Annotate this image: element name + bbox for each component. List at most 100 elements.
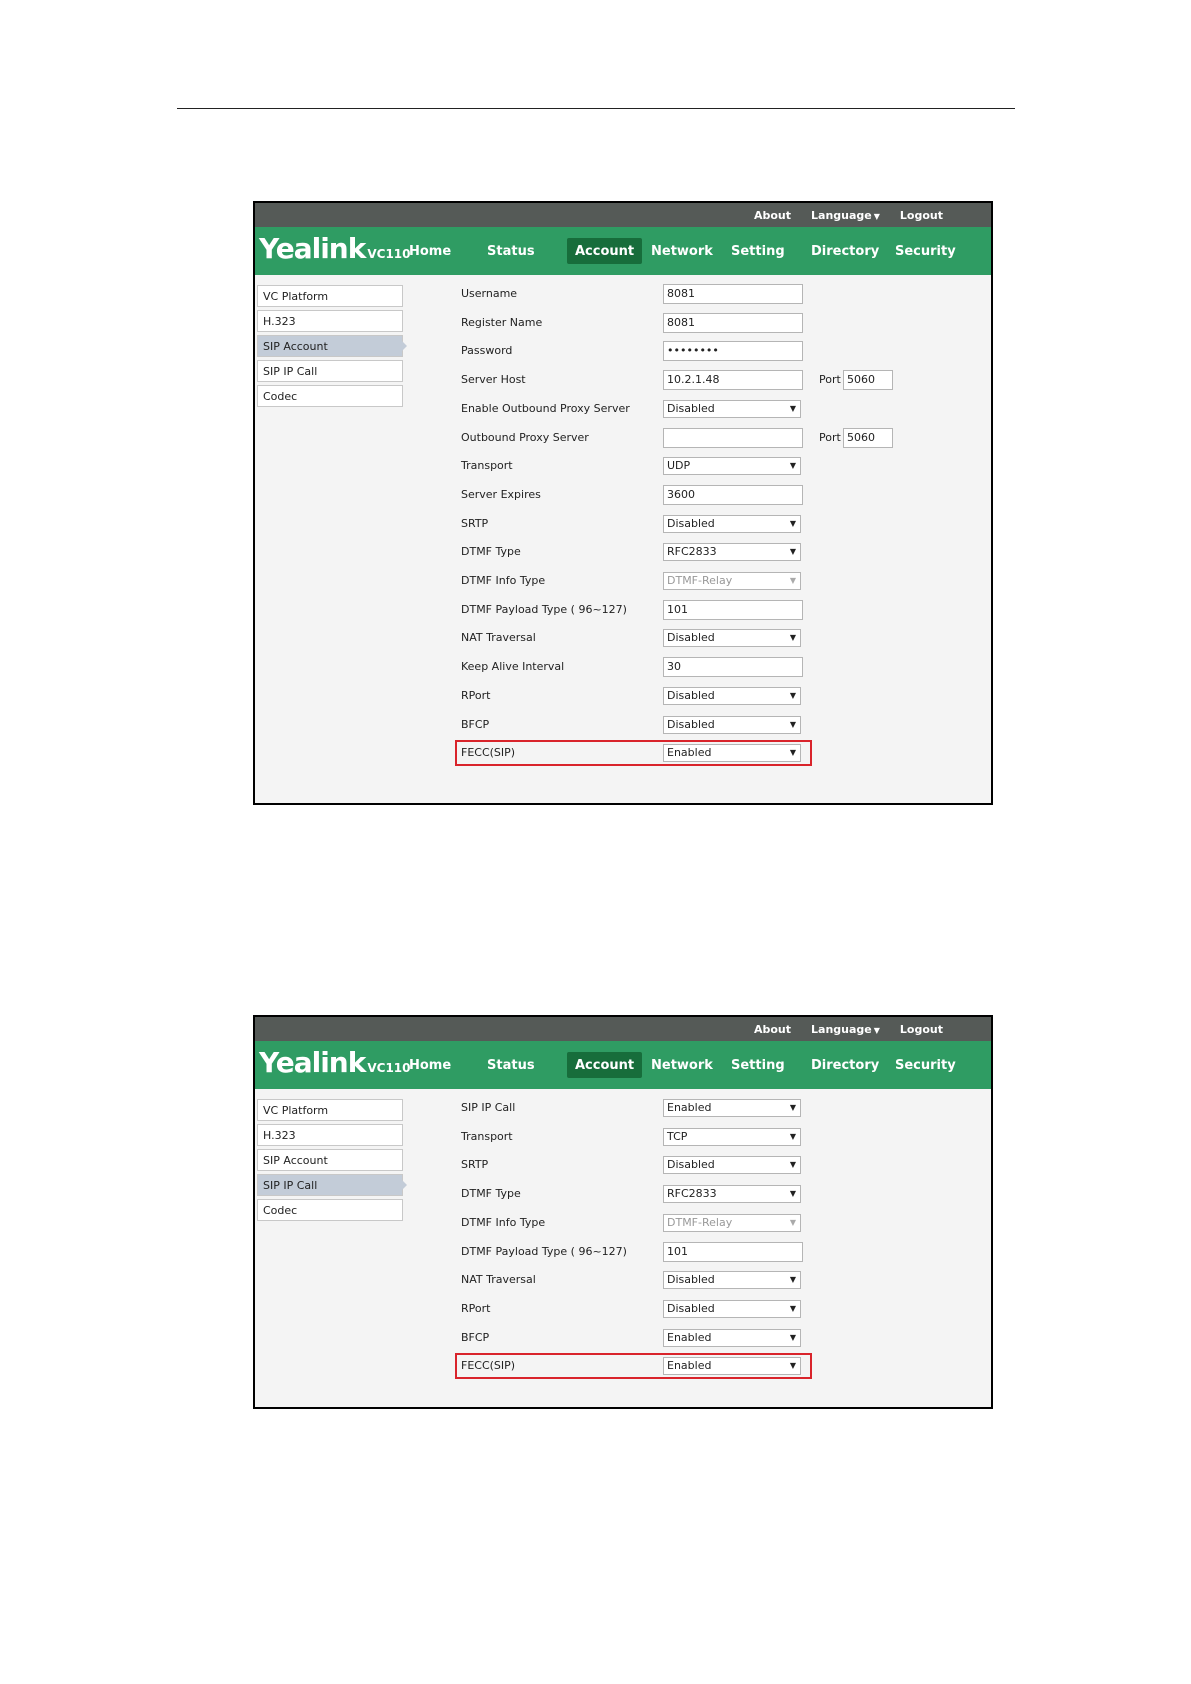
settings-form: SIP IP Call Enabled ▼ Transport TCP ▼ SRTP Disa… <box>255 1089 991 1407</box>
enable-outbound-proxy-server-select[interactable]: Disabled ▼ <box>663 399 801 418</box>
dtmf-type-select[interactable]: RFC2833 ▼ <box>663 543 801 562</box>
page-header-rule <box>177 108 1015 109</box>
username-input[interactable]: 8081 <box>663 284 803 304</box>
srtp-value: Disabled <box>667 516 715 530</box>
about-link[interactable]: About <box>754 1023 791 1036</box>
outbound-proxy-server-input[interactable] <box>663 427 803 448</box>
server-expires-input[interactable]: 3600 <box>663 484 803 505</box>
nav-security[interactable]: Security <box>895 1041 956 1089</box>
transport-label: Transport <box>461 459 513 473</box>
dropdown-arrow-icon: ▼ <box>789 1332 796 1342</box>
nat-traversal-select[interactable]: Disabled ▼ <box>663 629 801 648</box>
nav-network[interactable]: Network <box>651 1041 713 1089</box>
settings-panel: VC Platform H.323 SIP Account SIP IP Call Co… <box>255 275 991 803</box>
field-row-nat-traversal: NAT Traversal Disabled ▼ <box>255 1269 991 1291</box>
transport-select[interactable]: TCP ▼ <box>663 1127 801 1146</box>
dropdown-arrow-icon: ▼ <box>789 403 796 413</box>
nav-security[interactable]: Security <box>895 227 956 275</box>
nav-status[interactable]: Status <box>487 227 535 275</box>
bfcp-value: Disabled <box>667 717 715 731</box>
dtmf-type-label: DTMF Type <box>461 545 521 559</box>
dropdown-arrow-icon: ▼ <box>789 719 796 729</box>
port-input[interactable]: 5060 <box>843 427 893 448</box>
dtmf-type-select[interactable]: RFC2833 ▼ <box>663 1185 801 1204</box>
bfcp-select[interactable]: Disabled ▼ <box>663 715 801 734</box>
dtmf-info-type-label: DTMF Info Type <box>461 574 546 587</box>
field-row-dtmf-type: DTMF Type RFC2833 ▼ <box>255 1183 991 1205</box>
rport-select[interactable]: Disabled ▼ <box>663 686 801 705</box>
srtp-label: SRTP <box>461 1158 489 1172</box>
dropdown-arrow-icon: ▼ <box>789 518 796 528</box>
dropdown-arrow-icon: ▼ <box>789 1103 796 1112</box>
server-host-input[interactable]: 10.2.1.48 <box>663 370 803 391</box>
main-nav: Yealink VC110 Home Status Account Network Sett… <box>255 227 991 275</box>
field-row-dtmf-payload-type-96-127: DTMF Payload Type ( 96~127) 101 <box>255 599 991 621</box>
port-label: Port <box>819 430 841 444</box>
password-input[interactable]: •••••••• <box>663 341 803 362</box>
field-row-srtp: SRTP Disabled ▼ <box>255 1154 991 1176</box>
dtmf-payload-type-96-127-input[interactable]: 101 <box>663 599 803 620</box>
srtp-value: Disabled <box>667 1158 715 1172</box>
highlight-box <box>455 1353 812 1380</box>
dtmf-info-type-value: DTMF-Relay <box>667 574 733 587</box>
sip-ip-call-select[interactable]: Enabled ▼ <box>663 1099 801 1117</box>
sip-ip-call-value: Enabled <box>667 1101 712 1114</box>
nav-directory[interactable]: Directory <box>811 227 879 275</box>
logout-link[interactable]: Logout <box>900 1023 943 1036</box>
srtp-select[interactable]: Disabled ▼ <box>663 1156 801 1175</box>
about-link[interactable]: About <box>754 209 791 222</box>
enable-outbound-proxy-server-label: Enable Outbound Proxy Server <box>461 401 630 415</box>
nav-network[interactable]: Network <box>651 227 713 275</box>
nav-home[interactable]: Home <box>409 1041 451 1089</box>
dropdown-arrow-icon: ▼ <box>789 1131 796 1141</box>
logout-link[interactable]: Logout <box>900 209 943 222</box>
field-row-register-name: Register Name 8081 <box>255 312 991 334</box>
highlight-box <box>455 740 812 767</box>
main-nav: Yealink VC110 Home Status Account Network Sett… <box>255 1041 991 1089</box>
bfcp-label: BFCP <box>461 717 490 731</box>
dtmf-type-value: RFC2833 <box>667 545 717 559</box>
dropdown-arrow-icon: ▼ <box>789 461 796 471</box>
top-bar: About Language ▼ Logout <box>255 203 991 227</box>
nat-traversal-select[interactable]: Disabled ▼ <box>663 1271 801 1290</box>
field-row-transport: Transport UDP ▼ <box>255 455 991 477</box>
keep-alive-interval-label: Keep Alive Interval <box>461 660 565 674</box>
field-row-outbound-proxy-server: Outbound Proxy Server Port 5060 <box>255 427 991 449</box>
language-menu[interactable]: Language ▼ <box>811 1023 880 1036</box>
nav-account[interactable]: Account <box>567 1052 643 1078</box>
field-row-rport: RPort Disabled ▼ <box>255 1298 991 1320</box>
language-menu[interactable]: Language ▼ <box>811 209 880 222</box>
field-row-transport: Transport TCP ▼ <box>255 1126 991 1148</box>
field-row-bfcp: BFCP Disabled ▼ <box>255 714 991 736</box>
field-row-srtp: SRTP Disabled ▼ <box>255 513 991 535</box>
sip-ip-call-label: SIP IP Call <box>461 1101 516 1114</box>
nav-account[interactable]: Account <box>567 238 643 264</box>
port-input[interactable]: 5060 <box>843 370 893 391</box>
port-label: Port <box>819 373 841 387</box>
nav-home[interactable]: Home <box>409 227 451 275</box>
dtmf-payload-type-96-127-label: DTMF Payload Type ( 96~127) <box>461 602 627 616</box>
keep-alive-interval-input[interactable]: 30 <box>663 657 803 678</box>
nav-setting[interactable]: Setting <box>731 1041 785 1089</box>
rport-value: Disabled <box>667 1301 715 1315</box>
nav-setting[interactable]: Setting <box>731 227 785 275</box>
rport-select[interactable]: Disabled ▼ <box>663 1299 801 1318</box>
register-name-input[interactable]: 8081 <box>663 312 803 333</box>
caret-down-icon: ▼ <box>873 211 880 221</box>
nav-status[interactable]: Status <box>487 1041 535 1089</box>
bfcp-select[interactable]: Enabled ▼ <box>663 1328 801 1347</box>
nat-traversal-label: NAT Traversal <box>461 631 536 645</box>
register-name-label: Register Name <box>461 315 543 329</box>
transport-value: TCP <box>667 1129 688 1143</box>
dtmf-payload-type-96-127-input[interactable]: 101 <box>663 1241 803 1262</box>
nav-directory[interactable]: Directory <box>811 1041 879 1089</box>
caret-down-icon: ▼ <box>873 1025 880 1035</box>
dtmf-info-type-select: DTMF-Relay ▼ <box>663 1213 801 1232</box>
bfcp-label: BFCP <box>461 1330 490 1344</box>
username-label: Username <box>461 287 518 300</box>
nat-traversal-value: Disabled <box>667 1273 715 1287</box>
srtp-select[interactable]: Disabled ▼ <box>663 514 801 533</box>
dropdown-arrow-icon: ▼ <box>789 1217 796 1227</box>
transport-select[interactable]: UDP ▼ <box>663 457 801 476</box>
field-row-bfcp: BFCP Enabled ▼ <box>255 1327 991 1349</box>
